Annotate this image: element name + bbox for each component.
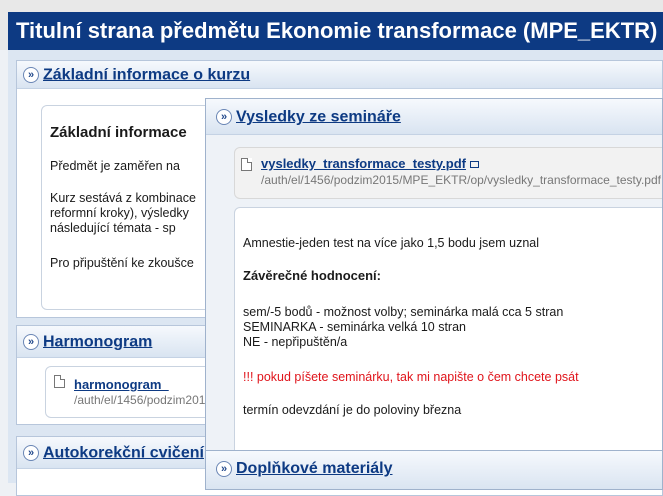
section-link-doplnkove[interactable]: Doplňkové materiály (236, 460, 393, 477)
file-icon (54, 375, 65, 388)
basic-info-paragraph-3: Pro připuštění ke zkoušce (50, 256, 194, 270)
vysledky-line-termin: termín odevzdání je do poloviny března (243, 403, 462, 417)
basic-info-paragraph-2-line-1: Kurz sestává z kombinace (50, 191, 196, 205)
chevron-right-icon[interactable]: » (216, 108, 232, 125)
file-icon (241, 158, 252, 171)
basic-info-paragraph-2-line-2: reformní kroky), výsledky (50, 206, 189, 220)
basic-info-paragraph-1: Předmět je zaměřen na (50, 159, 180, 173)
vysledky-line-sem: sem/-5 bodů - možnost volby; seminárka m… (243, 305, 564, 319)
panel-header: » Základní informace o kurzu (17, 61, 662, 89)
vysledky-warning-line: !!! pokud píšete seminárku, tak mi napiš… (243, 370, 579, 384)
vysledky-content-box: Amnestie-jeden test na více jako 1,5 bod… (234, 207, 662, 477)
panel-doplnkove: » Doplňkové materiály (205, 450, 663, 490)
section-link-autokorekcni[interactable]: Autokorekční cvičení (43, 444, 204, 461)
panel-vysledky: » Vysledky ze semináře vysledky_transform… (205, 98, 663, 483)
harmonogram-file-path: /auth/el/1456/podzim2015 (74, 393, 213, 407)
panel-header: » Doplňkové materiály (206, 451, 662, 489)
external-link-icon[interactable] (469, 161, 479, 169)
chevron-right-icon[interactable]: » (23, 66, 39, 83)
panel-header: » Vysledky ze semináře (206, 99, 662, 135)
section-link-harmonogram[interactable]: Harmonogram (43, 333, 152, 350)
vysledky-line-seminarka: SEMINARKA - seminárka velká 10 stran (243, 320, 466, 334)
chevron-right-icon[interactable]: » (23, 333, 39, 350)
page-content: » Základní informace o kurzu Základní inf… (8, 50, 663, 496)
basic-info-heading: Základní informace (50, 124, 187, 141)
vysledky-file-path: /auth/el/1456/podzim2015/MPE_EKTR/op/vys… (261, 173, 661, 187)
vysledky-heading-zaverecne: Závěrečné hodnocení: (243, 268, 381, 283)
harmonogram-file-link[interactable]: harmonogram_ (74, 377, 169, 392)
vysledky-file-link[interactable]: vysledky_transformace_testy.pdf (261, 156, 479, 171)
page-title: Titulní strana předmětu Ekonomie transfo… (8, 12, 663, 50)
title-bar-frame: Titulní strana předmětu Ekonomie transfo… (0, 0, 663, 50)
basic-info-paragraph-2-line-3: následující témata - sp (50, 221, 176, 235)
vysledky-file-box: vysledky_transformace_testy.pdf /auth/el… (234, 147, 662, 199)
vysledky-file-link-text[interactable]: vysledky_transformace_testy.pdf (261, 156, 466, 171)
vysledky-line-amnestie: Amnestie-jeden test na více jako 1,5 bod… (243, 236, 540, 250)
chevron-right-icon[interactable]: » (23, 444, 39, 461)
section-link-basic-info[interactable]: Základní informace o kurzu (43, 66, 250, 83)
vysledky-line-ne: NE - nepřipuštěn/a (243, 335, 348, 349)
section-link-vysledky[interactable]: Vysledky ze semináře (236, 108, 401, 125)
chevron-right-icon[interactable]: » (216, 461, 232, 477)
